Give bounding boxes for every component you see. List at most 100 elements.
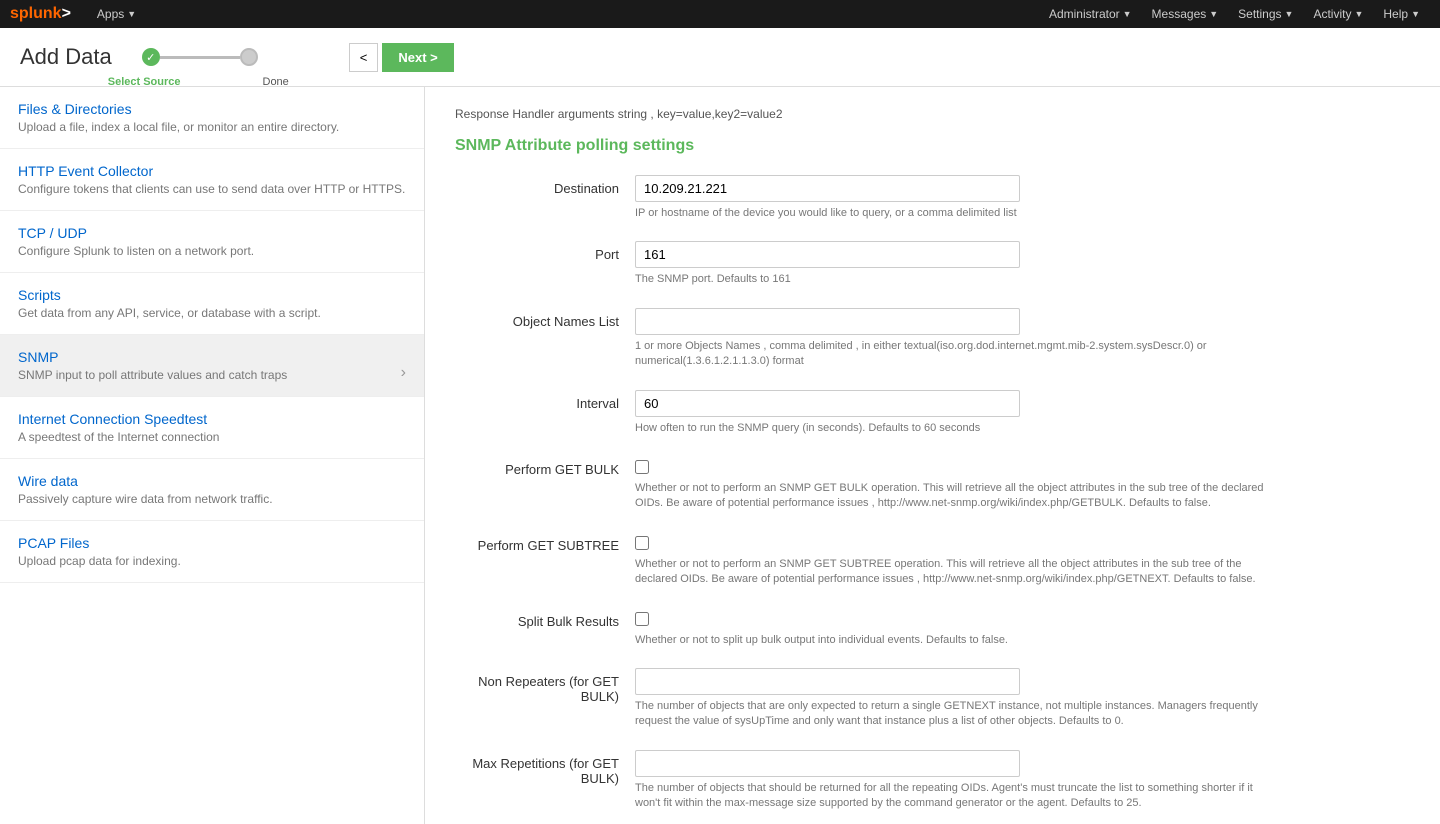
step2-circle — [240, 48, 258, 66]
form-row-get-bulk: Perform GET BULK Whether or not to perfo… — [455, 456, 1410, 512]
help-chevron-icon: ▼ — [1411, 9, 1420, 19]
sidebar-item-scripts[interactable]: Scripts Get data from any API, service, … — [0, 273, 424, 335]
sidebar-item-speedtest-desc: A speedtest of the Internet connection — [18, 430, 406, 444]
form-row-port: Port The SNMP port. Defaults to 161 — [455, 241, 1410, 287]
sidebar-item-snmp[interactable]: SNMP SNMP input to poll attribute values… — [0, 335, 424, 397]
sidebar-item-pcap-desc: Upload pcap data for indexing. — [18, 554, 406, 568]
destination-input[interactable] — [635, 175, 1020, 202]
main-layout: Files & Directories Upload a file, index… — [0, 87, 1440, 824]
get-subtree-field: Whether or not to perform an SNMP GET SU… — [635, 532, 1410, 588]
form-row-split-bulk: Split Bulk Results Whether or not to spl… — [455, 608, 1410, 648]
sidebar-item-http-title: HTTP Event Collector — [18, 163, 406, 179]
form-row-object-names: Object Names List 1 or more Objects Name… — [455, 308, 1410, 370]
sidebar-item-scripts-title: Scripts — [18, 287, 406, 303]
snmp-section-title: SNMP Attribute polling settings — [455, 137, 1410, 155]
apps-chevron-icon: ▼ — [127, 9, 136, 19]
sidebar-item-tcp-udp[interactable]: TCP / UDP Configure Splunk to listen on … — [0, 211, 424, 273]
nav-item-settings[interactable]: Settings ▼ — [1228, 0, 1303, 28]
sidebar-item-wire-desc: Passively capture wire data from network… — [18, 492, 406, 506]
next-button[interactable]: Next > — [382, 43, 453, 72]
nav-item-activity[interactable]: Activity ▼ — [1303, 0, 1373, 28]
destination-label: Destination — [455, 175, 635, 196]
port-field: The SNMP port. Defaults to 161 — [635, 241, 1410, 287]
get-subtree-checkbox[interactable] — [635, 536, 649, 550]
snmp-arrow-icon: › — [401, 364, 406, 382]
split-bulk-label: Split Bulk Results — [455, 608, 635, 629]
form-row-interval: Interval How often to run the SNMP query… — [455, 390, 1410, 436]
sidebar-item-tcp-title: TCP / UDP — [18, 225, 406, 241]
get-bulk-checkbox[interactable] — [635, 460, 649, 474]
get-bulk-label: Perform GET BULK — [455, 456, 635, 477]
nav-item-messages[interactable]: Messages ▼ — [1142, 0, 1229, 28]
non-repeaters-field: The number of objects that are only expe… — [635, 668, 1410, 730]
get-bulk-hint: Whether or not to perform an SNMP GET BU… — [635, 481, 1275, 512]
form-row-destination: Destination IP or hostname of the device… — [455, 175, 1410, 221]
form-row-get-subtree: Perform GET SUBTREE Whether or not to pe… — [455, 532, 1410, 588]
sidebar-item-files-directories-title: Files & Directories — [18, 101, 406, 117]
max-repetitions-field: The number of objects that should be ret… — [635, 750, 1410, 812]
get-subtree-label: Perform GET SUBTREE — [455, 532, 635, 553]
object-names-field: 1 or more Objects Names , comma delimite… — [635, 308, 1410, 370]
non-repeaters-hint: The number of objects that are only expe… — [635, 699, 1275, 730]
administrator-chevron-icon: ▼ — [1123, 9, 1132, 19]
step-connector-line — [160, 56, 240, 59]
sidebar-item-pcap-title: PCAP Files — [18, 535, 406, 551]
port-input[interactable] — [635, 241, 1020, 268]
split-bulk-hint: Whether or not to split up bulk output i… — [635, 633, 1275, 648]
destination-field: IP or hostname of the device you would l… — [635, 175, 1410, 221]
sidebar-item-wire-data[interactable]: Wire data Passively capture wire data fr… — [0, 459, 424, 521]
split-bulk-checkbox[interactable] — [635, 612, 649, 626]
sidebar-item-speedtest[interactable]: Internet Connection Speedtest A speedtes… — [0, 397, 424, 459]
top-navigation: splunk> Apps ▼ Administrator ▼ Messages … — [0, 0, 1440, 28]
sidebar-item-http-event-collector[interactable]: HTTP Event Collector Configure tokens th… — [0, 149, 424, 211]
nav-item-help[interactable]: Help ▼ — [1373, 0, 1430, 28]
sidebar-item-http-desc: Configure tokens that clients can use to… — [18, 182, 406, 196]
port-hint: The SNMP port. Defaults to 161 — [635, 272, 1275, 287]
step1-check-icon: ✓ — [146, 51, 155, 64]
interval-hint: How often to run the SNMP query (in seco… — [635, 421, 1275, 436]
wizard-navigation: < Next > — [349, 43, 454, 72]
sidebar: Files & Directories Upload a file, index… — [0, 87, 425, 824]
sidebar-item-snmp-desc: SNMP input to poll attribute values and … — [18, 368, 406, 382]
settings-chevron-icon: ▼ — [1285, 9, 1294, 19]
port-label: Port — [455, 241, 635, 262]
sidebar-item-snmp-title: SNMP — [18, 349, 406, 365]
split-bulk-field: Whether or not to split up bulk output i… — [635, 608, 1410, 648]
max-repetitions-label: Max Repetitions (for GET BULK) — [455, 750, 635, 786]
interval-field: How often to run the SNMP query (in seco… — [635, 390, 1410, 436]
sidebar-item-pcap-files[interactable]: PCAP Files Upload pcap data for indexing… — [0, 521, 424, 583]
sidebar-item-wire-title: Wire data — [18, 473, 406, 489]
prev-button[interactable]: < — [349, 43, 379, 72]
get-bulk-field: Whether or not to perform an SNMP GET BU… — [635, 456, 1410, 512]
splunk-logo-chevron: > — [62, 5, 71, 23]
messages-chevron-icon: ▼ — [1209, 9, 1218, 19]
sidebar-item-files-directories[interactable]: Files & Directories Upload a file, index… — [0, 87, 424, 149]
content-area: Response Handler arguments string , key=… — [425, 87, 1440, 824]
nav-item-administrator[interactable]: Administrator ▼ — [1039, 0, 1142, 28]
max-repetitions-hint: The number of objects that should be ret… — [635, 781, 1275, 812]
interval-label: Interval — [455, 390, 635, 411]
max-repetitions-input[interactable] — [635, 750, 1020, 777]
response-handler-note: Response Handler arguments string , key=… — [455, 107, 1410, 121]
form-row-max-repetitions: Max Repetitions (for GET BULK) The numbe… — [455, 750, 1410, 812]
header-bar: Add Data ✓ Select Source Done < Next > — [0, 28, 1440, 87]
interval-input[interactable] — [635, 390, 1020, 417]
nav-item-apps[interactable]: Apps ▼ — [87, 0, 146, 28]
object-names-hint: 1 or more Objects Names , comma delimite… — [635, 339, 1275, 370]
splunk-logo: splunk> — [10, 5, 71, 23]
sidebar-item-scripts-desc: Get data from any API, service, or datab… — [18, 306, 406, 320]
form-row-non-repeaters: Non Repeaters (for GET BULK) The number … — [455, 668, 1410, 730]
activity-chevron-icon: ▼ — [1354, 9, 1363, 19]
step1-circle: ✓ — [142, 48, 160, 66]
destination-hint: IP or hostname of the device you would l… — [635, 206, 1275, 221]
sidebar-item-tcp-desc: Configure Splunk to listen on a network … — [18, 244, 406, 258]
non-repeaters-input[interactable] — [635, 668, 1020, 695]
non-repeaters-label: Non Repeaters (for GET BULK) — [455, 668, 635, 704]
wizard-steps: ✓ — [142, 48, 258, 66]
object-names-input[interactable] — [635, 308, 1020, 335]
sidebar-item-speedtest-title: Internet Connection Speedtest — [18, 411, 406, 427]
sidebar-item-files-directories-desc: Upload a file, index a local file, or mo… — [18, 120, 406, 134]
get-subtree-hint: Whether or not to perform an SNMP GET SU… — [635, 557, 1275, 588]
page-title: Add Data — [20, 44, 112, 70]
object-names-label: Object Names List — [455, 308, 635, 329]
